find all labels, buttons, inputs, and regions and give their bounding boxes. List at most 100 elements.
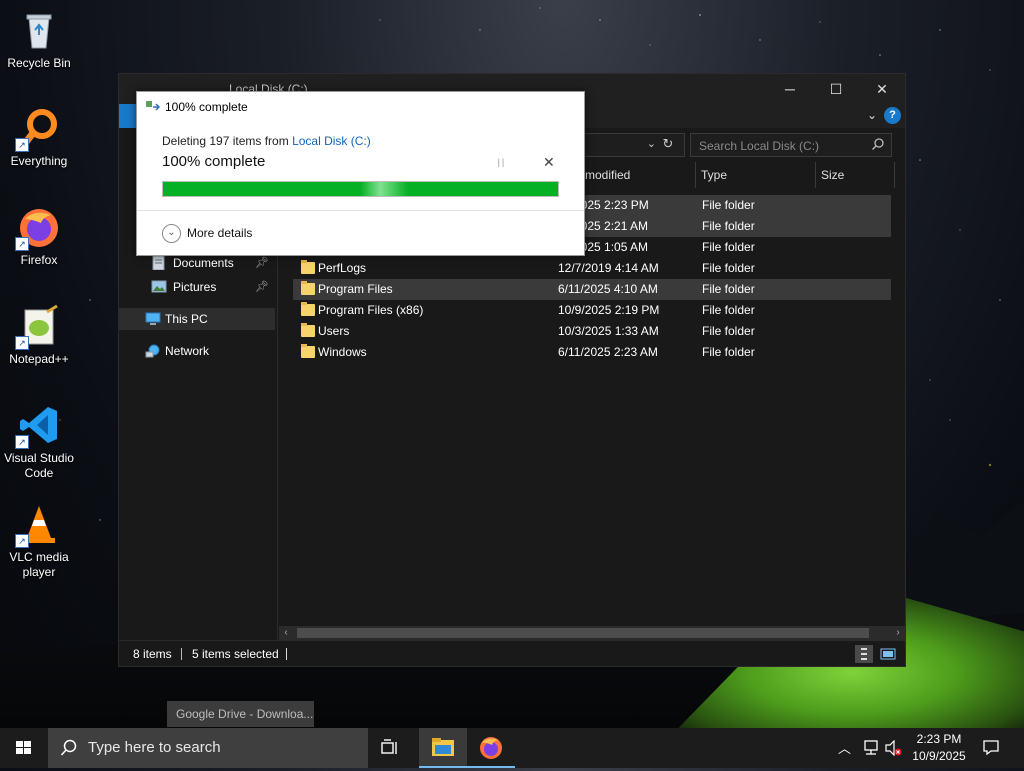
show-hidden-icons-chevron-icon[interactable]: ︿ [838, 738, 851, 757]
taskbar-file-explorer[interactable] [419, 728, 467, 768]
file-row[interactable]: Windows 6/11/2025 2:23 AM File folder [293, 342, 891, 363]
file-name: Program Files (x86) [318, 303, 424, 317]
folder-icon [301, 323, 315, 337]
file-date: 10/3/2025 1:33 AM [558, 324, 659, 338]
help-icon[interactable]: ? [884, 107, 901, 124]
file-type: File folder [702, 261, 755, 275]
file-type: File folder [702, 303, 755, 317]
volume-muted-icon[interactable] [884, 740, 902, 756]
taskbar-window-preview[interactable]: Google Drive - Downloa... [167, 701, 314, 727]
search-input[interactable] [697, 137, 867, 155]
nav-item-network[interactable]: Network [119, 340, 275, 362]
nav-item-pictures[interactable]: Pictures 📌︎ [119, 276, 275, 298]
desktop-icon-firefox[interactable]: ↗ Firefox [0, 205, 78, 268]
file-date: 12/7/2019 4:14 AM [558, 261, 659, 275]
source-location-link[interactable]: Local Disk (C:) [292, 134, 371, 148]
taskbar-search-box[interactable]: Type here to search [48, 728, 368, 768]
horizontal-scrollbar[interactable]: ‹ › [279, 626, 905, 640]
nav-label: Pictures [173, 280, 217, 294]
minimize-button[interactable]: ─ [767, 74, 813, 104]
this-pc-icon [145, 312, 161, 325]
shortcut-arrow-icon: ↗ [15, 336, 29, 350]
scroll-left-icon[interactable]: ‹ [279, 626, 293, 640]
search-icon [60, 739, 77, 756]
folder-icon [301, 302, 315, 316]
scroll-right-icon[interactable]: › [891, 626, 905, 640]
firefox-icon: ↗ [15, 205, 61, 251]
column-header-size[interactable]: Size [816, 162, 895, 188]
maximize-button[interactable]: ☐ [813, 74, 859, 104]
pause-button[interactable]: II [497, 156, 506, 170]
file-name: Program Files [318, 282, 393, 296]
nav-item-this-pc[interactable]: This PC [119, 308, 275, 330]
taskbar-search-placeholder: Type here to search [88, 739, 221, 756]
taskbar-firefox[interactable] [467, 728, 515, 768]
search-box[interactable] [690, 133, 892, 157]
selected-count: 5 items selected [192, 647, 279, 661]
deleting-summary: Deleting 197 items from Local Disk (C:) [162, 134, 371, 148]
column-header-date-modified[interactable]: modified [581, 162, 696, 188]
progress-status-text: 100% complete [162, 153, 266, 170]
folder-icon [301, 260, 315, 274]
file-operation-icon [146, 101, 160, 111]
pictures-icon [151, 280, 167, 293]
progress-bar-fill [163, 182, 558, 196]
notepad-plus-plus-icon: ↗ [15, 304, 61, 350]
pin-icon[interactable]: 📌︎ [255, 276, 269, 298]
close-button[interactable]: ✕ [859, 74, 905, 104]
desktop-icon-recycle-bin[interactable]: Recycle Bin [0, 8, 78, 71]
file-date: 10/9/2025 2:19 PM [558, 303, 660, 317]
large-icons-view-icon[interactable] [879, 645, 897, 663]
file-row[interactable]: Program Files 6/11/2025 4:10 AM File folde… [293, 279, 891, 300]
clock-date: 10/9/2025 [912, 749, 966, 763]
desktop-icon-vlc[interactable]: ↗ VLC media player [0, 502, 78, 580]
system-clock[interactable]: 2:23 PM 10/9/2025 [906, 731, 972, 765]
file-row[interactable]: PerfLogs 12/7/2019 4:14 AM File folder [293, 258, 891, 279]
shortcut-arrow-icon: ↗ [15, 534, 29, 548]
desktop-icon-vscode[interactable]: ↗ Visual Studio Code [0, 403, 78, 481]
shortcut-arrow-icon: ↗ [15, 138, 29, 152]
search-icon [872, 138, 884, 150]
file-explorer-icon [432, 738, 454, 756]
column-header-type[interactable]: Type [696, 162, 816, 188]
item-count: 8 items [133, 647, 172, 661]
file-date: 2025 2:21 AM [574, 219, 649, 233]
desktop-icon-label: Notepad++ [9, 352, 69, 366]
more-details-button[interactable]: ⌄ More details [162, 223, 252, 244]
details-view-icon[interactable] [855, 645, 873, 663]
recycle-bin-icon [17, 8, 61, 52]
shortcut-arrow-icon: ↗ [15, 435, 29, 449]
nav-label: Network [165, 344, 210, 358]
refresh-icon[interactable]: ↻ [656, 134, 680, 154]
scrollbar-thumb[interactable] [297, 628, 869, 638]
desktop-icon-notepad-plus-plus[interactable]: ↗ Notepad++ [0, 304, 78, 367]
address-dropdown-icon[interactable]: ⌄ [647, 137, 656, 150]
dialog-divider [137, 210, 584, 211]
start-button-windows-icon[interactable] [0, 728, 48, 768]
chevron-down-icon: ⌄ [162, 224, 181, 244]
network-ethernet-icon[interactable] [862, 740, 880, 756]
desktop-icon-label: Recycle Bin [7, 56, 71, 70]
network-icon [145, 344, 160, 358]
everything-search-icon: ↗ [15, 106, 61, 152]
file-type: File folder [702, 219, 755, 233]
file-row[interactable]: Program Files (x86) 10/9/2025 2:19 PM File… [293, 300, 891, 321]
file-date: 2025 2:23 PM [574, 198, 649, 212]
desktop-icon-label: Everything [10, 154, 68, 168]
progress-bar [162, 181, 559, 197]
cancel-button[interactable]: ✕ [543, 154, 555, 171]
task-view-icon[interactable] [378, 738, 400, 758]
status-divider [286, 648, 287, 660]
file-row[interactable]: Users 10/3/2025 1:33 AM File folder [293, 321, 891, 342]
desktop-icon-label: Visual Studio Code [4, 451, 74, 480]
vlc-icon: ↗ [15, 502, 61, 548]
action-center-icon[interactable] [982, 738, 1000, 756]
file-name: Windows [318, 345, 367, 359]
file-type: File folder [702, 198, 755, 212]
dialog-title: 100% complete [165, 100, 248, 114]
expand-ribbon-chevron-icon[interactable]: ⌄ [867, 108, 877, 122]
status-bar: 8 items 5 items selected [119, 640, 905, 667]
desktop-icon-label: VLC media player [9, 550, 69, 579]
desktop-icon-everything[interactable]: ↗ Everything [0, 106, 78, 169]
vscode-icon: ↗ [15, 403, 61, 449]
